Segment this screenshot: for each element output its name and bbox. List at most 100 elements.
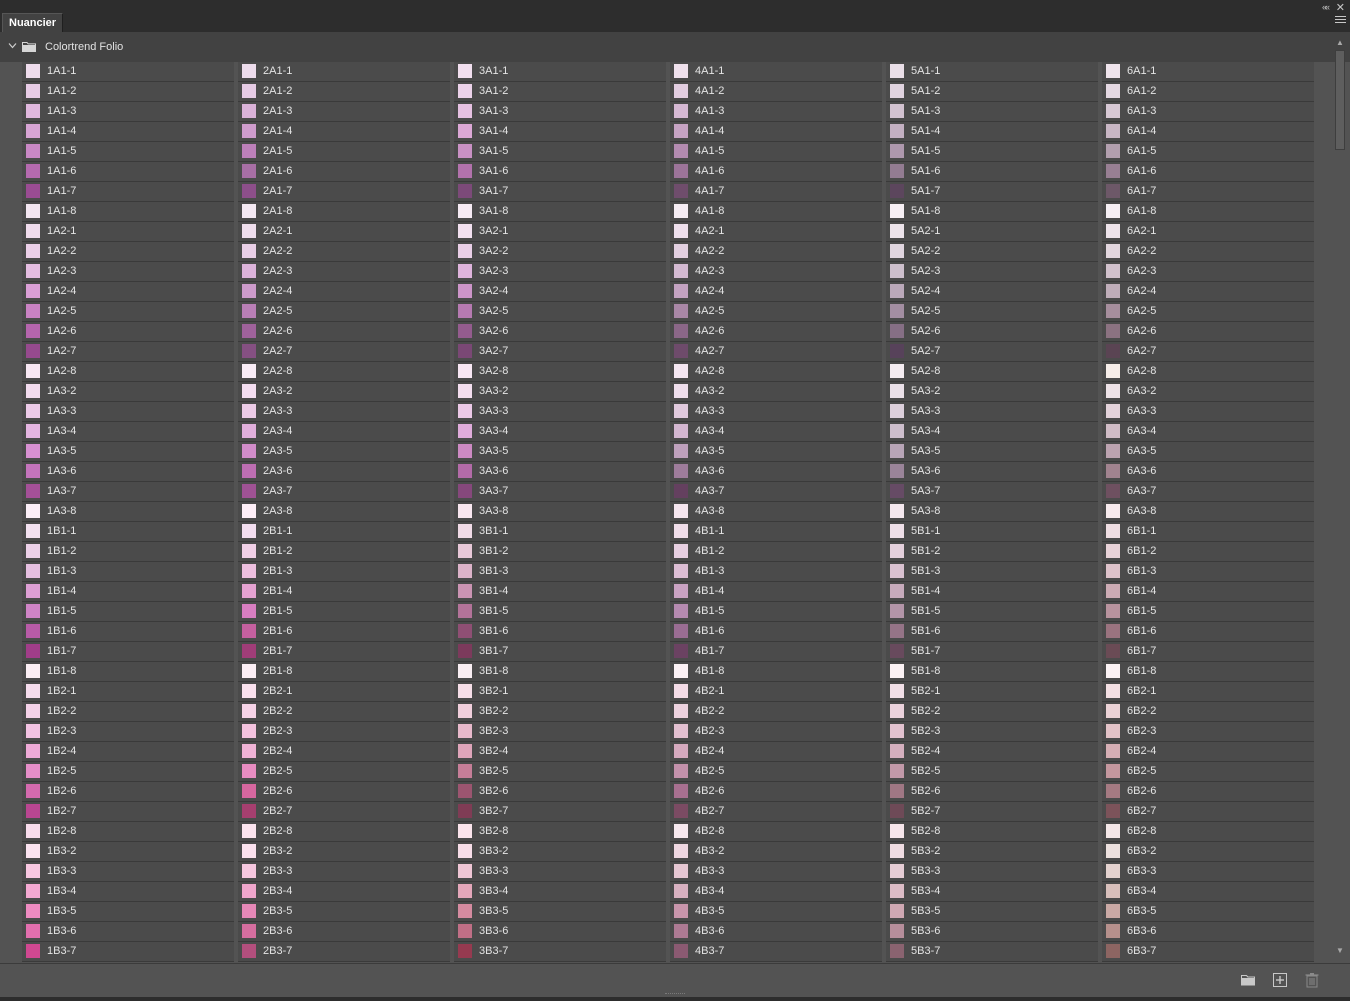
swatch-row[interactable]: 6A1-2 [1102,82,1314,102]
swatch-row[interactable]: 4A2-5 [670,302,882,322]
swatch-row[interactable]: 3B1-8 [454,662,666,682]
swatch-row[interactable]: 2B1-8 [238,662,450,682]
swatch-row[interactable]: 6A2-3 [1102,262,1314,282]
swatch-row[interactable]: 4A2-8 [670,362,882,382]
collapse-panel-icon[interactable]: «« [1322,2,1330,12]
swatch-row[interactable]: 3A2-2 [454,242,666,262]
swatch-row[interactable]: 4B1-4 [670,582,882,602]
swatch-row[interactable]: 4B1-1 [670,522,882,542]
swatch-row[interactable]: 4B3-5 [670,902,882,922]
swatch-row[interactable]: 3B2-5 [454,762,666,782]
swatch-row[interactable]: 1B2-2 [22,702,234,722]
swatch-row[interactable]: 2B2-1 [238,682,450,702]
swatch-row[interactable]: 6A1-1 [1102,62,1314,82]
swatch-row[interactable]: 1B2-5 [22,762,234,782]
swatch-row[interactable]: 5A2-2 [886,242,1098,262]
swatch-row[interactable]: 1B2-3 [22,722,234,742]
swatch-row[interactable]: 2A1-8 [238,202,450,222]
swatch-row[interactable]: 4A2-3 [670,262,882,282]
swatch-row[interactable]: 3A1-4 [454,122,666,142]
swatch-row[interactable]: 3A1-3 [454,102,666,122]
swatch-row[interactable]: 2A2-2 [238,242,450,262]
swatch-row[interactable]: 1A1-4 [22,122,234,142]
swatch-row[interactable]: 4A2-2 [670,242,882,262]
swatch-row[interactable]: 3B2-7 [454,802,666,822]
swatch-row[interactable]: 2B2-5 [238,762,450,782]
swatch-row[interactable]: 1A1-3 [22,102,234,122]
swatch-row[interactable]: 5A1-5 [886,142,1098,162]
swatch-row[interactable]: 3A1-6 [454,162,666,182]
swatch-row[interactable]: 4A2-4 [670,282,882,302]
swatch-row[interactable]: 5B1-2 [886,542,1098,562]
swatch-row[interactable]: 3A3-7 [454,482,666,502]
swatch-row[interactable]: 2A3-8 [238,502,450,522]
swatch-row[interactable]: 1A3-4 [22,422,234,442]
swatch-row[interactable]: 2A2-6 [238,322,450,342]
swatch-row[interactable]: 5B2-8 [886,822,1098,842]
swatch-row[interactable]: 1B3-5 [22,902,234,922]
tab-nuancier[interactable]: Nuancier [2,13,64,32]
scroll-up-icon[interactable]: ▲ [1336,38,1344,47]
swatch-row[interactable]: 2A2-1 [238,222,450,242]
swatch-row[interactable]: 1B1-5 [22,602,234,622]
swatch-row[interactable]: 6A3-4 [1102,422,1314,442]
swatch-row[interactable]: 1B3-6 [22,922,234,942]
swatch-row[interactable]: 5A3-2 [886,382,1098,402]
swatch-row[interactable]: 3B3-4 [454,882,666,902]
swatch-row[interactable]: 2A1-1 [238,62,450,82]
swatch-row[interactable]: 1B1-4 [22,582,234,602]
swatch-row[interactable]: 5A1-2 [886,82,1098,102]
swatch-row[interactable]: 2B3-3 [238,862,450,882]
swatch-row[interactable]: 2B1-4 [238,582,450,602]
swatch-row[interactable]: 3A1-8 [454,202,666,222]
swatch-row[interactable]: 3A2-3 [454,262,666,282]
swatch-row[interactable]: 4B1-2 [670,542,882,562]
swatch-row[interactable]: 1A2-3 [22,262,234,282]
swatch-row[interactable]: 4A1-7 [670,182,882,202]
swatch-row[interactable]: 3B2-1 [454,682,666,702]
swatch-row[interactable]: 6A2-1 [1102,222,1314,242]
swatch-row[interactable]: 4A3-3 [670,402,882,422]
swatch-row[interactable]: 2A3-4 [238,422,450,442]
swatch-row[interactable]: 5B1-8 [886,662,1098,682]
swatch-row[interactable]: 5B2-7 [886,802,1098,822]
swatch-row[interactable]: 6B3-7 [1102,942,1314,962]
swatch-row[interactable]: 5A3-6 [886,462,1098,482]
swatch-row[interactable]: 2B2-6 [238,782,450,802]
swatch-row[interactable]: 3A3-3 [454,402,666,422]
chevron-down-icon[interactable] [8,41,17,50]
swatch-row[interactable]: 4A2-1 [670,222,882,242]
swatch-row[interactable]: 3B1-7 [454,642,666,662]
swatch-row[interactable]: 2A1-3 [238,102,450,122]
swatch-row[interactable]: 4A3-8 [670,502,882,522]
swatch-row[interactable]: 4A3-7 [670,482,882,502]
swatch-row[interactable]: 3B1-4 [454,582,666,602]
swatch-row[interactable]: 1A2-7 [22,342,234,362]
swatch-row[interactable]: 5B3-3 [886,862,1098,882]
swatch-row[interactable]: 5B1-4 [886,582,1098,602]
swatch-row[interactable]: 6B3-6 [1102,922,1314,942]
swatch-row[interactable]: 2B1-5 [238,602,450,622]
swatch-row[interactable]: 1A3-5 [22,442,234,462]
swatch-row[interactable]: 6B2-5 [1102,762,1314,782]
swatch-row[interactable]: 4B1-6 [670,622,882,642]
swatch-row[interactable]: 3B2-3 [454,722,666,742]
swatch-row[interactable]: 5B2-3 [886,722,1098,742]
swatch-row[interactable]: 3B3-6 [454,922,666,942]
swatch-row[interactable]: 1B1-8 [22,662,234,682]
swatch-row[interactable]: 2B3-2 [238,842,450,862]
vertical-scrollbar[interactable]: ▲ ▼ [1333,38,1347,962]
swatch-row[interactable]: 1B3-4 [22,882,234,902]
swatch-row[interactable]: 5B1-6 [886,622,1098,642]
panel-menu-icon[interactable] [1335,16,1346,25]
swatch-row[interactable]: 3B1-5 [454,602,666,622]
swatch-row[interactable]: 3A3-8 [454,502,666,522]
swatch-row[interactable]: 2B3-6 [238,922,450,942]
swatch-row[interactable]: 1B2-1 [22,682,234,702]
swatch-row[interactable]: 6B2-1 [1102,682,1314,702]
swatch-row[interactable]: 5B2-2 [886,702,1098,722]
swatch-row[interactable]: 6B2-7 [1102,802,1314,822]
swatch-row[interactable]: 6B2-3 [1102,722,1314,742]
swatch-row[interactable]: 6A3-2 [1102,382,1314,402]
swatch-row[interactable]: 4A3-4 [670,422,882,442]
